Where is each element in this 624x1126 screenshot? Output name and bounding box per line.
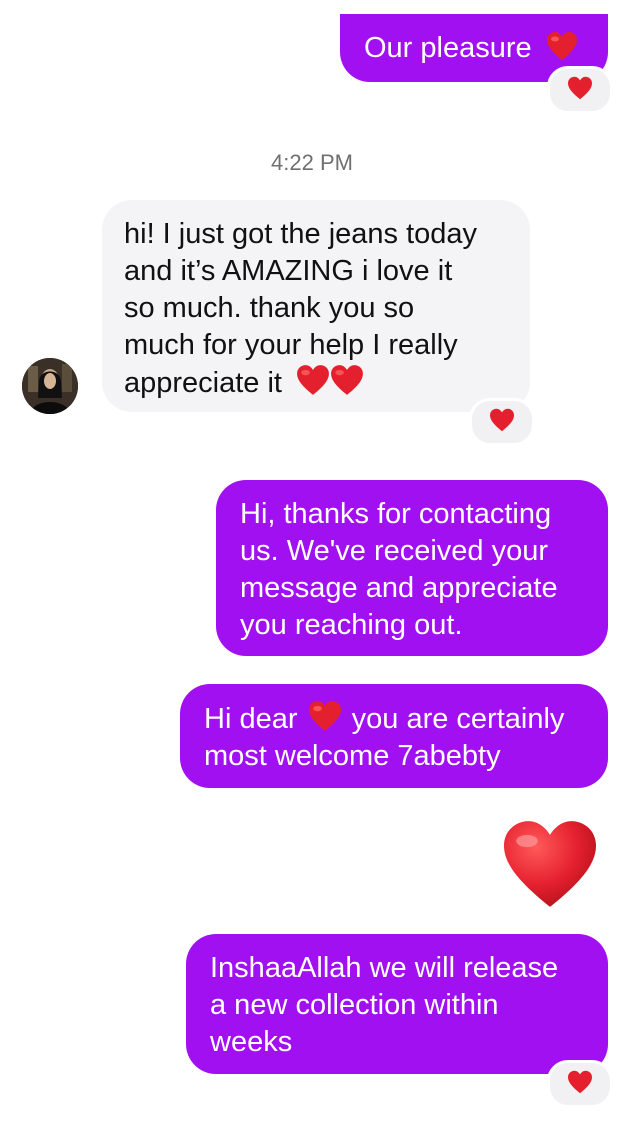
message-line: Hi, thanks for contacting: [240, 498, 552, 530]
reaction-badge[interactable]: [547, 1060, 613, 1108]
incoming-message-bubble[interactable]: hi! I just got the jeans today and it’s …: [102, 200, 530, 412]
message-text: Our pleasure: [364, 32, 532, 64]
heart-emoji: [308, 700, 342, 732]
message-line: and it’s AMAZING i love it: [124, 255, 453, 287]
outgoing-message-bubble[interactable]: InshaaAllah we will release a new collec…: [186, 934, 608, 1074]
reaction-badge[interactable]: [547, 66, 613, 114]
timestamp: 4:22 PM: [271, 150, 353, 175]
outgoing-message-bubble[interactable]: Hi, thanks for contacting us. We've rece…: [216, 480, 608, 656]
message-line: so much. thank you so: [124, 292, 415, 324]
heart-emoji-message[interactable]: [500, 818, 600, 915]
reaction-badge[interactable]: [469, 398, 535, 446]
message-line: us. We've received your: [240, 535, 549, 567]
message-line: message and appreciate: [240, 572, 558, 604]
avatar[interactable]: [22, 358, 78, 414]
message-line: appreciate it: [124, 367, 282, 399]
heart-icon: [567, 1070, 593, 1099]
heart-emoji: [546, 31, 578, 61]
heart-emoji: [330, 364, 364, 396]
message-line: hi! I just got the jeans today: [124, 218, 478, 250]
message-line: most welcome 7abebty: [204, 740, 501, 772]
message-text: Hi dear: [204, 703, 298, 735]
message-line: weeks: [210, 1026, 293, 1058]
message-line: you reaching out.: [240, 609, 463, 641]
message-text: you are certainly: [351, 703, 565, 735]
message-line: InshaaAllah we will release: [210, 952, 559, 984]
heart-icon: [567, 76, 593, 105]
message-line: much for your help I really: [124, 329, 458, 361]
message-line: a new collection within: [210, 989, 499, 1021]
heart-icon: [489, 408, 515, 437]
heart-emoji: [296, 364, 330, 396]
outgoing-message-bubble[interactable]: Hi dear you are certainly most welcome 7…: [180, 684, 608, 788]
